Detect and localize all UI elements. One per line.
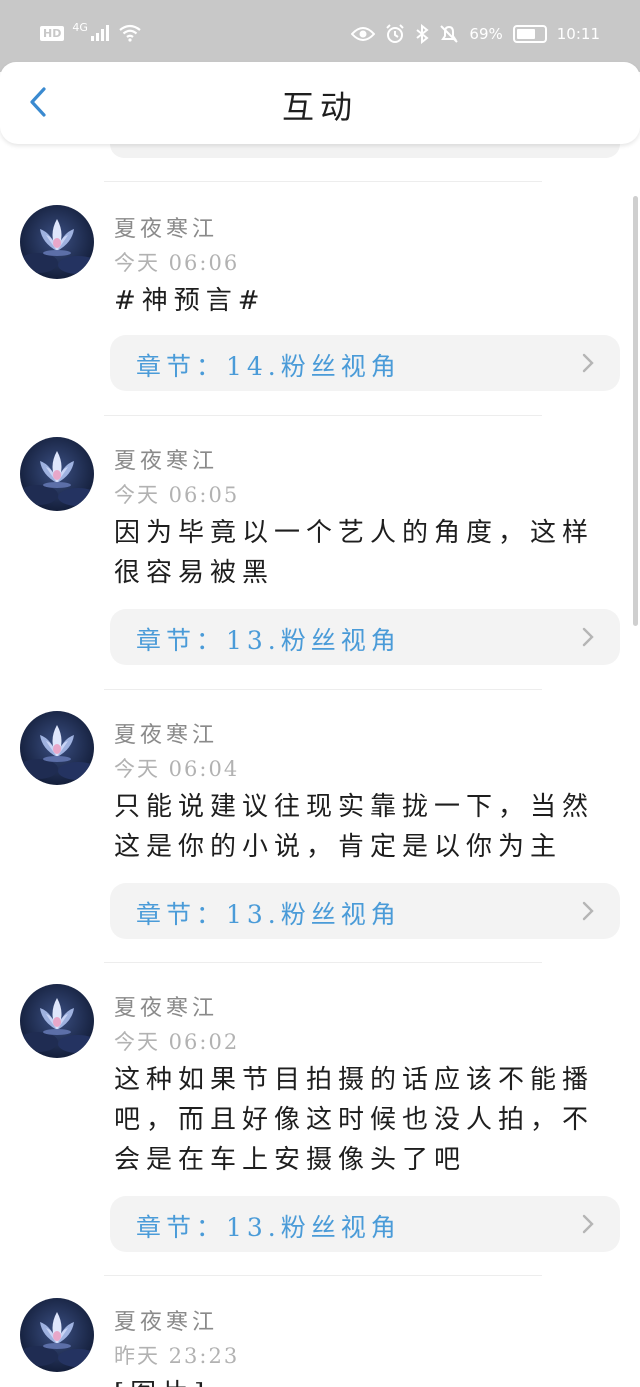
comment-line: 这种如果节目拍摄的话应该不能播 (114, 1065, 595, 1095)
chapter-label: 章节：13.粉丝视角 (136, 626, 401, 655)
divider (104, 181, 542, 182)
comment-line: [图片] (114, 1374, 614, 1387)
comment-time: 今天 06:04 (114, 757, 240, 781)
battery-percent: 69% (469, 25, 503, 43)
comment-time: 今天 06:05 (114, 483, 240, 507)
alarm-icon (386, 24, 405, 43)
comment-text: 只能说建议往现实靠拢一下，当然 这是你的小说，肯定是以你为主 (114, 787, 614, 867)
wifi-icon (119, 24, 141, 42)
user-name[interactable]: 夏夜寒江 (114, 211, 218, 243)
divider (104, 415, 542, 416)
status-left: HD 4G (40, 20, 142, 42)
chapter-link[interactable]: 章节：13.粉丝视角 (110, 1196, 620, 1252)
comment-text: 这种如果节目拍摄的话应该不能播 吧，而且好像这时候也没人拍，不 会是在车上安摄像… (114, 1060, 614, 1180)
battery-level (516, 29, 535, 39)
chapter-label: 章节：14.粉丝视角 (136, 352, 401, 381)
comment-line: 吧，而且好像这时候也没人拍，不 (114, 1105, 595, 1135)
divider (104, 1275, 542, 1276)
comment-time: 昨天 23:23 (114, 1344, 240, 1368)
user-name[interactable]: 夏夜寒江 (114, 717, 218, 749)
avatar[interactable] (20, 711, 94, 785)
page-title: 互动 (281, 88, 358, 126)
network-type: 4G (72, 20, 88, 34)
top-navigation-bar: 互动 (0, 62, 640, 144)
divider (104, 962, 542, 963)
chapter-label: 章节：13.粉丝视角 (136, 900, 401, 929)
chapter-label: 章节：13.粉丝视角 (136, 1213, 401, 1242)
chevron-right-icon (582, 1214, 594, 1234)
user-name[interactable]: 夏夜寒江 (114, 990, 218, 1022)
comment-time: 今天 06:02 (114, 1030, 240, 1054)
divider (104, 689, 542, 690)
chapter-link[interactable]: 章节：13.粉丝视角 (110, 883, 620, 939)
interaction-list[interactable]: 夏夜寒江 今天 06:06 #神预言# 章节：14.粉丝视角 夏夜寒江 今天 0… (0, 144, 640, 1387)
eye-icon (351, 27, 376, 41)
comment-time: 今天 06:06 (114, 251, 240, 275)
signal-icon (90, 25, 109, 41)
chevron-right-icon (582, 901, 594, 921)
avatar[interactable] (20, 1298, 94, 1372)
bluetooth-icon (416, 24, 430, 44)
comment-line: 很容易被黑 (114, 558, 275, 588)
comment-line: 会是在车上安摄像头了吧 (114, 1145, 467, 1175)
status-right: 69% 10:11 (351, 24, 600, 44)
avatar[interactable] (20, 437, 94, 511)
mute-bell-icon (440, 25, 459, 43)
comment-line: #神预言# (114, 286, 266, 316)
clock: 10:11 (556, 25, 600, 43)
comment-text: #神预言# (114, 281, 614, 321)
user-name[interactable]: 夏夜寒江 (114, 443, 218, 475)
hd-badge: HD (40, 25, 65, 41)
user-name[interactable]: 夏夜寒江 (114, 1304, 218, 1336)
avatar[interactable] (20, 205, 94, 279)
chapter-link[interactable]: 章节：14.粉丝视角 (110, 335, 620, 391)
avatar[interactable] (20, 984, 94, 1058)
comment-text: [图片] (114, 1374, 614, 1387)
comment-line: 这是你的小说，肯定是以你为主 (114, 832, 563, 862)
comment-line: 因为毕竟以一个艺人的角度，这样 (114, 518, 595, 548)
battery-icon (512, 25, 547, 43)
chapter-link[interactable]: 章节：13.粉丝视角 (110, 609, 620, 665)
scrollbar-thumb[interactable] (633, 196, 638, 626)
previous-chapter-chip[interactable] (110, 144, 620, 158)
comment-text: 因为毕竟以一个艺人的角度，这样 很容易被黑 (114, 513, 614, 593)
chevron-right-icon (582, 353, 594, 373)
comment-line: 只能说建议往现实靠拢一下，当然 (114, 792, 595, 822)
chevron-right-icon (582, 627, 594, 647)
